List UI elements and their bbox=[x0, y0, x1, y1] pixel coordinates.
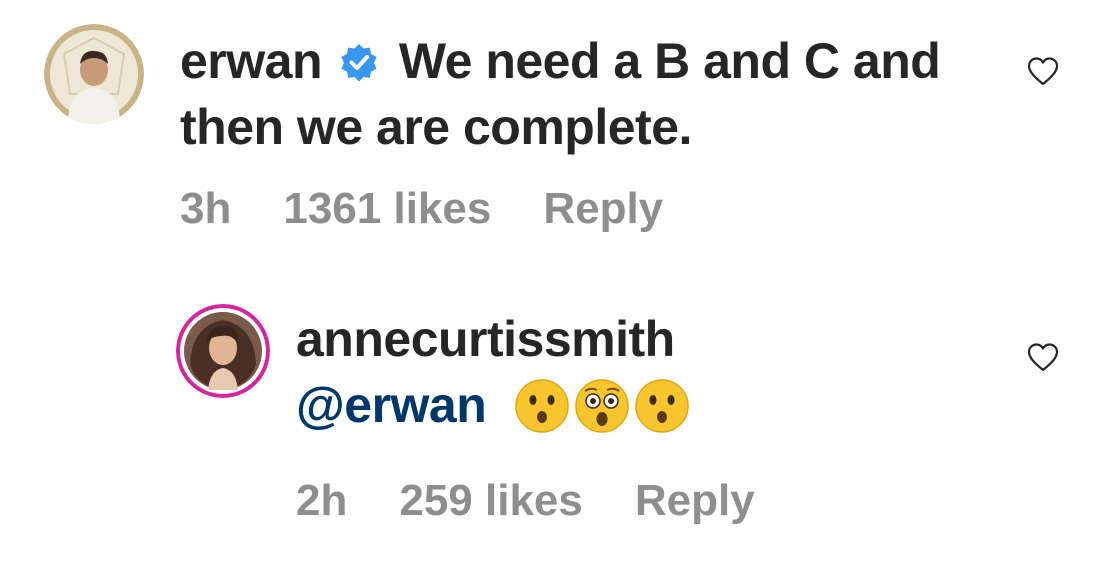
verified-badge-icon bbox=[341, 44, 378, 82]
comment-annecurtissmith: annecurtissmith @erwan 2h 259 likes Repl… bbox=[0, 290, 1120, 568]
comment-text-annecurtissmith: annecurtissmith @erwan bbox=[296, 306, 996, 438]
reply-button[interactable]: Reply bbox=[635, 476, 755, 525]
hushed-face-icon bbox=[634, 379, 689, 433]
profile-photo-icon bbox=[44, 24, 144, 124]
comment-meta-erwan: 3h 1361 likes Reply bbox=[180, 184, 715, 234]
avatar-erwan[interactable] bbox=[44, 24, 144, 124]
profile-photo-icon bbox=[176, 304, 270, 398]
heart-icon[interactable] bbox=[1026, 342, 1060, 372]
username-erwan[interactable]: erwan bbox=[180, 33, 323, 89]
comment-erwan: erwan We need a B and C and then we are … bbox=[0, 0, 1120, 260]
likes-count[interactable]: 1361 likes bbox=[283, 184, 491, 233]
timestamp: 3h bbox=[180, 184, 232, 233]
astonished-face-icon bbox=[574, 379, 629, 433]
avatar-annecurtissmith[interactable] bbox=[176, 304, 270, 398]
comment-body-annecurtissmith: @erwan bbox=[296, 372, 996, 438]
mention-erwan[interactable]: @erwan bbox=[296, 377, 487, 433]
heart-icon[interactable] bbox=[1026, 56, 1060, 86]
comment-text-erwan: erwan We need a B and C and then we are … bbox=[180, 28, 960, 160]
timestamp: 2h bbox=[296, 476, 348, 525]
hushed-face-icon bbox=[514, 379, 569, 433]
likes-count[interactable]: 259 likes bbox=[399, 476, 583, 525]
username-annecurtissmith[interactable]: annecurtissmith bbox=[296, 306, 996, 372]
reply-button[interactable]: Reply bbox=[543, 184, 663, 233]
comment-meta-annecurtissmith: 2h 259 likes Reply bbox=[296, 476, 807, 526]
